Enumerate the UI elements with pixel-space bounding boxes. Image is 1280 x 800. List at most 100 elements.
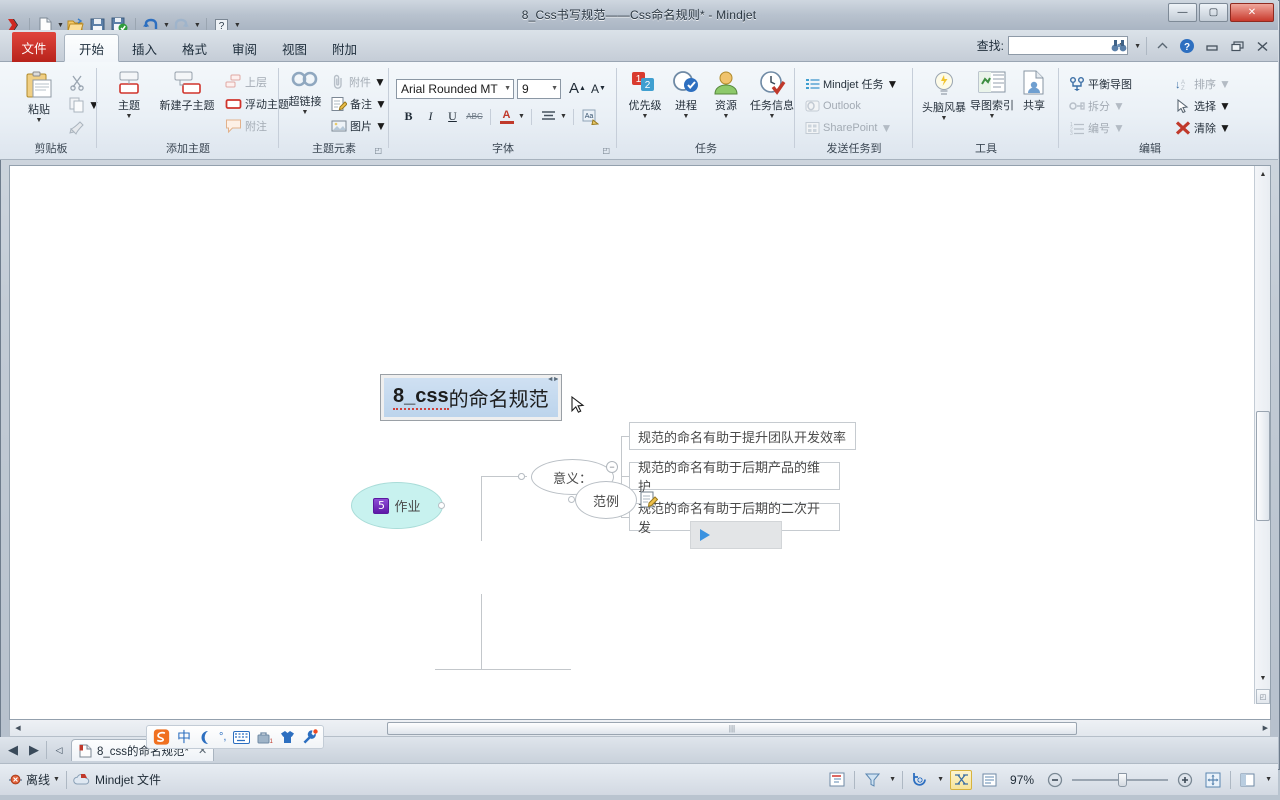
tab-insert[interactable]: 插入 [118,34,171,62]
split-dropdown-icon[interactable]: ▼ [1113,99,1125,113]
resource-dropdown-icon[interactable]: ▼ [723,113,730,120]
settings-icon[interactable] [302,729,319,746]
zoom-slider-handle[interactable] [1118,772,1128,787]
map-canvas[interactable]: 意义： − 规范的命名有助于提升团队开发效率 规范的命名有助于后期产品的维护 规… [10,166,1255,704]
font-color-button[interactable]: A [496,106,517,127]
binoculars-dropdown-icon[interactable]: ▼ [1134,43,1141,50]
offline-dropdown-icon[interactable]: ▼ [53,776,60,783]
forward-icon[interactable]: ▶ [25,741,43,759]
sharepoint-button[interactable]: SharePoint ▼ [802,117,901,139]
crescent-icon[interactable] [198,729,212,746]
outline-view-button[interactable] [826,770,848,790]
minimize-button[interactable]: — [1168,3,1197,22]
soft-keyboard-icon[interactable] [233,729,251,746]
topic-node-child-2[interactable]: 规范的命名有助于后期产品的维护 [629,460,840,494]
undo-dropdown-icon[interactable]: ▼ [163,22,170,29]
sharepoint-dropdown-icon[interactable]: ▼ [880,121,892,135]
hyperlink-button[interactable]: 超链接 ▼ [284,66,326,116]
sort-button[interactable]: ↓ A Z 排序 ▼ [1172,73,1234,95]
select-dropdown-icon[interactable]: ▼ [1219,99,1231,113]
close-document-icon[interactable] [1252,36,1272,56]
priority-dropdown-icon[interactable]: ▼ [642,113,649,120]
sort-dropdown-icon[interactable]: ▼ [1219,77,1231,91]
new-subtopic-button[interactable]: 新建子主题 [156,66,218,113]
filter-button[interactable] [861,770,883,790]
balance-view-button[interactable] [950,769,973,790]
balance-map-button[interactable]: 平衡导图 [1066,73,1135,95]
back-icon[interactable]: ◀ [4,741,22,759]
central-topic-text[interactable]: 8_css 的命名规范 [384,378,558,417]
note-dropdown-icon[interactable]: ▼ [375,97,387,111]
map-index-button[interactable]: 导图索引 ▼ [968,66,1016,120]
new-dropdown-icon[interactable]: ▼ [57,22,64,29]
align-dropdown-icon[interactable]: ▼ [560,113,567,120]
italic-button[interactable]: I [420,106,441,127]
progress-button[interactable]: 进程 ▼ [666,66,706,120]
close-button[interactable]: ✕ [1230,3,1274,22]
tab-file[interactable]: 文件 [12,32,56,62]
refresh-button[interactable] [909,770,931,790]
vertical-scroll-thumb[interactable] [1256,411,1270,521]
copy-dropdown-icon[interactable]: ▼ [88,98,100,112]
font-name-dropdown-icon[interactable]: ▼ [504,85,511,92]
tab-list-icon[interactable]: ◁ [50,741,68,759]
tab-addins[interactable]: 附加 [318,34,371,62]
redo-dropdown-icon[interactable]: ▼ [194,22,201,29]
collapse-button-meaning[interactable]: − [606,461,618,473]
format-painter-button[interactable] [66,116,103,138]
attachment-dropdown-icon[interactable]: ▼ [374,75,386,89]
topic-dropdown-icon[interactable]: ▼ [126,113,133,120]
text-style-button[interactable]: Aa [580,106,601,127]
font-name-input[interactable]: Arial Rounded MT ▼ [396,78,514,99]
vertical-scrollbar[interactable]: ▲ ▼ ◰ [1254,166,1270,704]
tab-format[interactable]: 格式 [168,34,221,62]
skin-icon[interactable] [280,729,295,746]
numbering-button[interactable]: 123 编号 ▼ [1066,117,1135,139]
clear-dropdown-icon[interactable]: ▼ [1219,121,1231,135]
topic-node-homework[interactable]: 5 作业 [351,482,443,529]
mindjet-task-dropdown-icon[interactable]: ▼ [887,77,899,91]
fit-map-button[interactable] [1202,770,1224,790]
refresh-dropdown-icon[interactable]: ▼ [937,776,944,783]
font-size-input[interactable]: 9 ▼ [517,78,561,99]
restore-document-icon[interactable] [1202,36,1222,56]
sogou-logo-icon[interactable] [153,729,170,746]
numbering-dropdown-icon[interactable]: ▼ [1113,121,1125,135]
toolbox-icon[interactable]: 14 [257,729,273,746]
copy-button[interactable]: ▼ [66,94,103,116]
mindjet-task-button[interactable]: Mindjet 任务 ▼ [802,73,901,95]
progress-dropdown-icon[interactable]: ▼ [683,113,690,120]
note-icon[interactable] [640,490,658,510]
task-info-button[interactable]: 任务信息 ▼ [746,66,798,120]
topic-button[interactable]: 主题 ▼ [102,66,156,120]
tab-review[interactable]: 审阅 [218,34,271,62]
zoom-slider[interactable] [1072,772,1169,787]
tab-view[interactable]: 视图 [268,34,321,62]
maximize-button[interactable]: ▢ [1199,3,1228,22]
paste-dropdown-icon[interactable]: ▼ [36,117,43,124]
attachment-button[interactable]: 附件 ▼ [328,71,390,93]
central-topic-resize-handle[interactable]: ◄► [547,376,560,383]
scroll-corner-button[interactable]: ◰ [1256,689,1270,704]
select-button[interactable]: 选择 ▼ [1172,95,1234,117]
image-button[interactable]: 图片 ▼ [328,115,390,137]
mindjet-files-entry[interactable]: Mindjet 文件 [73,771,161,788]
paste-button[interactable]: 粘贴 ▼ [12,66,66,124]
strikethrough-button[interactable]: ABC [464,106,485,127]
image-dropdown-icon[interactable]: ▼ [375,119,387,133]
punctuation-icon[interactable]: °, [219,729,226,746]
binoculars-icon[interactable] [1109,36,1129,56]
font-size-dropdown-icon[interactable]: ▼ [551,85,558,92]
clear-button[interactable]: 清除 ▼ [1172,117,1234,139]
filter-dropdown-icon[interactable]: ▼ [889,776,896,783]
minimize-ribbon-icon[interactable] [1152,36,1172,56]
chinese-mode-icon[interactable]: 中 [177,729,191,746]
split-button[interactable]: 拆分 ▼ [1066,95,1135,117]
central-topic[interactable]: 8_css 的命名规范 ◄► [380,374,562,421]
horizontal-scroll-thumb[interactable]: ||| [387,722,1077,735]
zoom-in-button[interactable] [1174,770,1196,790]
topic-elements-dialog-launcher[interactable]: ◰ [374,146,382,155]
underline-button[interactable]: U [442,106,463,127]
shrink-font-button[interactable]: A ▼ [588,78,609,99]
scroll-up-icon[interactable]: ▲ [1255,166,1271,182]
